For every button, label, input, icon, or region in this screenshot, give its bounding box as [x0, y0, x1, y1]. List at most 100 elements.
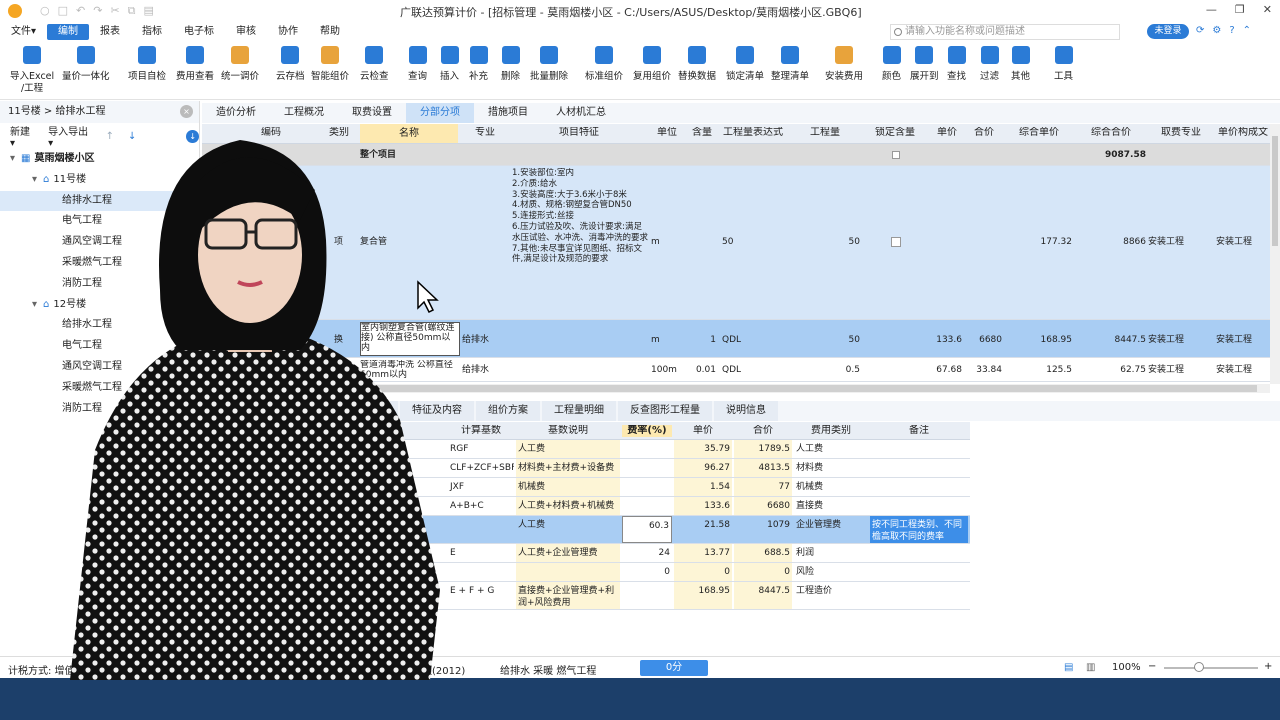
tree-node[interactable]: 消防工程	[0, 274, 199, 295]
toolbar-button[interactable]: 插入	[440, 46, 459, 98]
toolbar-button[interactable]: 复用组价	[633, 46, 671, 98]
grid-header-cell[interactable]: 取费专业	[1148, 127, 1214, 139]
toolbar-button[interactable]: 费用查看	[176, 46, 214, 98]
detail-tab[interactable]: 反查图形工程量	[618, 401, 712, 421]
grid-header-cell[interactable]: 含量	[688, 127, 716, 139]
grid-header-cell[interactable]: 合价	[966, 127, 1002, 139]
settings-icon[interactable]: ⚙	[1212, 25, 1221, 36]
fee-row[interactable]: RGF 人工费 35.79 1789.5 人工费	[202, 440, 970, 459]
detail-tab[interactable]: 特征及内容	[400, 401, 474, 421]
toolbar-button[interactable]: 查询	[408, 46, 427, 98]
grid-header-cell[interactable]: 综合单价	[1004, 127, 1074, 139]
collapse-icon[interactable]: ⌃	[1243, 25, 1251, 36]
toolbar-button[interactable]: 安装费用	[825, 46, 863, 98]
toolbar-button[interactable]: 补充	[469, 46, 488, 98]
grid-view-icon[interactable]: ▥	[1086, 662, 1095, 673]
tree-node[interactable]: ▾ ⌂ 11号楼	[0, 170, 199, 191]
grid-header-cell[interactable]: 类别	[322, 127, 356, 139]
toolbar-button[interactable]: 工具	[1054, 46, 1073, 98]
close-button[interactable]: ✕	[1263, 3, 1272, 16]
toolbar-button[interactable]: 项目自检	[128, 46, 166, 98]
menu-item[interactable]: 协作	[267, 24, 309, 40]
vscroll-thumb[interactable]	[1272, 136, 1278, 246]
fee-rate[interactable]	[622, 440, 672, 458]
menu-item[interactable]: 编制	[47, 24, 90, 40]
sub-row-name[interactable]: 室内钢塑复合管(螺纹连接) 公称直径50mm以内	[360, 322, 460, 356]
detail-tab[interactable]: 换算信息	[268, 401, 332, 421]
download-icon[interactable]: ↓	[186, 129, 199, 143]
detail-tab[interactable]: 说明信息	[714, 401, 778, 421]
toolbar-button[interactable]: 云存档	[276, 46, 305, 98]
new-file-icon[interactable]: ○	[40, 4, 50, 18]
tree-node[interactable]: 采暖燃气工程	[0, 378, 199, 399]
fee-header-cell[interactable]: 备注	[870, 425, 968, 437]
cut-icon[interactable]: ✂	[110, 4, 119, 18]
zoom-out-icon[interactable]: −	[1148, 661, 1156, 672]
item-row[interactable]: 项 复合管 1.安装部位:室内 2.介质:给水 3.安装高度:大于3.6米小于8…	[202, 166, 1270, 320]
fee-rate[interactable]	[622, 459, 672, 477]
minimize-button[interactable]: —	[1206, 3, 1217, 16]
fee-rate[interactable]	[622, 582, 672, 609]
fee-rate[interactable]: 24	[622, 544, 672, 562]
menu-item[interactable]: 帮助	[309, 24, 351, 40]
fee-header-cell[interactable]: 费用类别	[794, 425, 868, 437]
sub-row[interactable]: 换 室内钢塑复合管(螺纹连接) 公称直径50mm以内 给排水 m 1 QDL 50 133.6…	[202, 320, 1270, 358]
menu-item[interactable]: 报表	[89, 24, 131, 40]
grid-header-cell[interactable]: 单位	[648, 127, 686, 139]
fee-header-cell[interactable]: 基数说明	[516, 425, 620, 437]
move-down-icon[interactable]: ↓	[128, 131, 136, 142]
main-tab[interactable]: 造价分析	[202, 103, 270, 123]
fee-row[interactable]: 0 0 0 风险	[202, 563, 970, 582]
tree-node[interactable]: 给排水工程	[0, 190, 199, 212]
grid-header-cell[interactable]: 项目特征	[512, 127, 646, 139]
sub-row[interactable]: 管道消毒冲洗 公称直径50mm以内 给排水 100m 0.01 QDL 0.5 67.68 3…	[202, 358, 1270, 382]
toolbar-button[interactable]: 替换数据	[678, 46, 716, 98]
zoom-slider[interactable]	[1164, 667, 1258, 669]
main-tab[interactable]: 分部分项	[406, 103, 474, 123]
grid-header-cell[interactable]: 单价	[930, 127, 964, 139]
fee-row[interactable]: A+B+C 人工费+材料费+机械费 133.6 6680 直接费	[202, 497, 970, 516]
fee-header-cell[interactable]: 合价	[734, 425, 792, 437]
hscroll-thumb[interactable]	[202, 385, 1257, 392]
expand-toggle-icon[interactable]: ▾	[32, 174, 37, 185]
menu-item[interactable]: 指标	[131, 24, 173, 40]
fee-rate[interactable]	[622, 497, 672, 515]
grid-header-cell[interactable]: 单价构成文	[1216, 127, 1270, 139]
zoom-slider-handle[interactable]	[1194, 662, 1204, 672]
tree-node[interactable]: 电气工程	[0, 336, 199, 357]
close-breadcrumb-icon[interactable]: ×	[180, 105, 193, 118]
toolbar-button[interactable]: 整理清单	[771, 46, 809, 98]
toolbar-button[interactable]: 查找	[947, 46, 966, 98]
grid-horizontal-scrollbar[interactable]	[202, 384, 1270, 393]
grid-vertical-scrollbar[interactable]	[1270, 124, 1280, 384]
tree-node[interactable]: 通风空调工程	[0, 357, 199, 378]
toolbar-button[interactable]: 其他	[1011, 46, 1030, 98]
fee-header-cell[interactable]: 费率(%)	[622, 425, 672, 437]
expand-toggle-icon[interactable]: ▾	[32, 299, 37, 310]
main-tab[interactable]: 措施项目	[474, 103, 542, 123]
open-file-icon[interactable]: □	[58, 4, 68, 18]
undo-icon[interactable]: ↶	[76, 4, 85, 18]
toolbar-button[interactable]: 智能组价	[311, 46, 349, 98]
score-badge[interactable]: 0分	[640, 660, 708, 676]
toolbar-button[interactable]: 统一调价	[221, 46, 259, 98]
toolbar-button[interactable]: 批量删除	[530, 46, 568, 98]
grid-header-cell[interactable]: 编码	[222, 127, 320, 139]
toolbar-button[interactable]: 导入Excel /工程	[10, 46, 54, 98]
login-button[interactable]: 未登录	[1147, 24, 1189, 39]
toolbar-button[interactable]: 云检查	[360, 46, 389, 98]
tree-node[interactable]: ▾ ⌂ 12号楼	[0, 295, 199, 316]
fee-rate[interactable]: 60.3	[622, 516, 672, 543]
toolbar-button[interactable]: 量价一体化	[62, 46, 110, 98]
grid-header-cell[interactable]: 综合合价	[1076, 127, 1146, 139]
detail-tab[interactable]: 组价方案	[476, 401, 540, 421]
redo-icon[interactable]: ↷	[93, 4, 102, 18]
tree-node[interactable]: ▾ ▦ 莫雨烟楼小区	[0, 149, 199, 170]
grid-header-cell[interactable]: 名称	[360, 124, 458, 143]
tree-node[interactable]: 消防工程	[0, 399, 199, 420]
toolbar-button[interactable]: 过滤	[980, 46, 999, 98]
menu-item[interactable]: 审核	[225, 24, 267, 40]
toolbar-button[interactable]: 锁定清单	[726, 46, 764, 98]
copy-icon[interactable]: ⧉	[128, 4, 136, 18]
toolbar-button[interactable]: 展开到	[910, 46, 939, 98]
